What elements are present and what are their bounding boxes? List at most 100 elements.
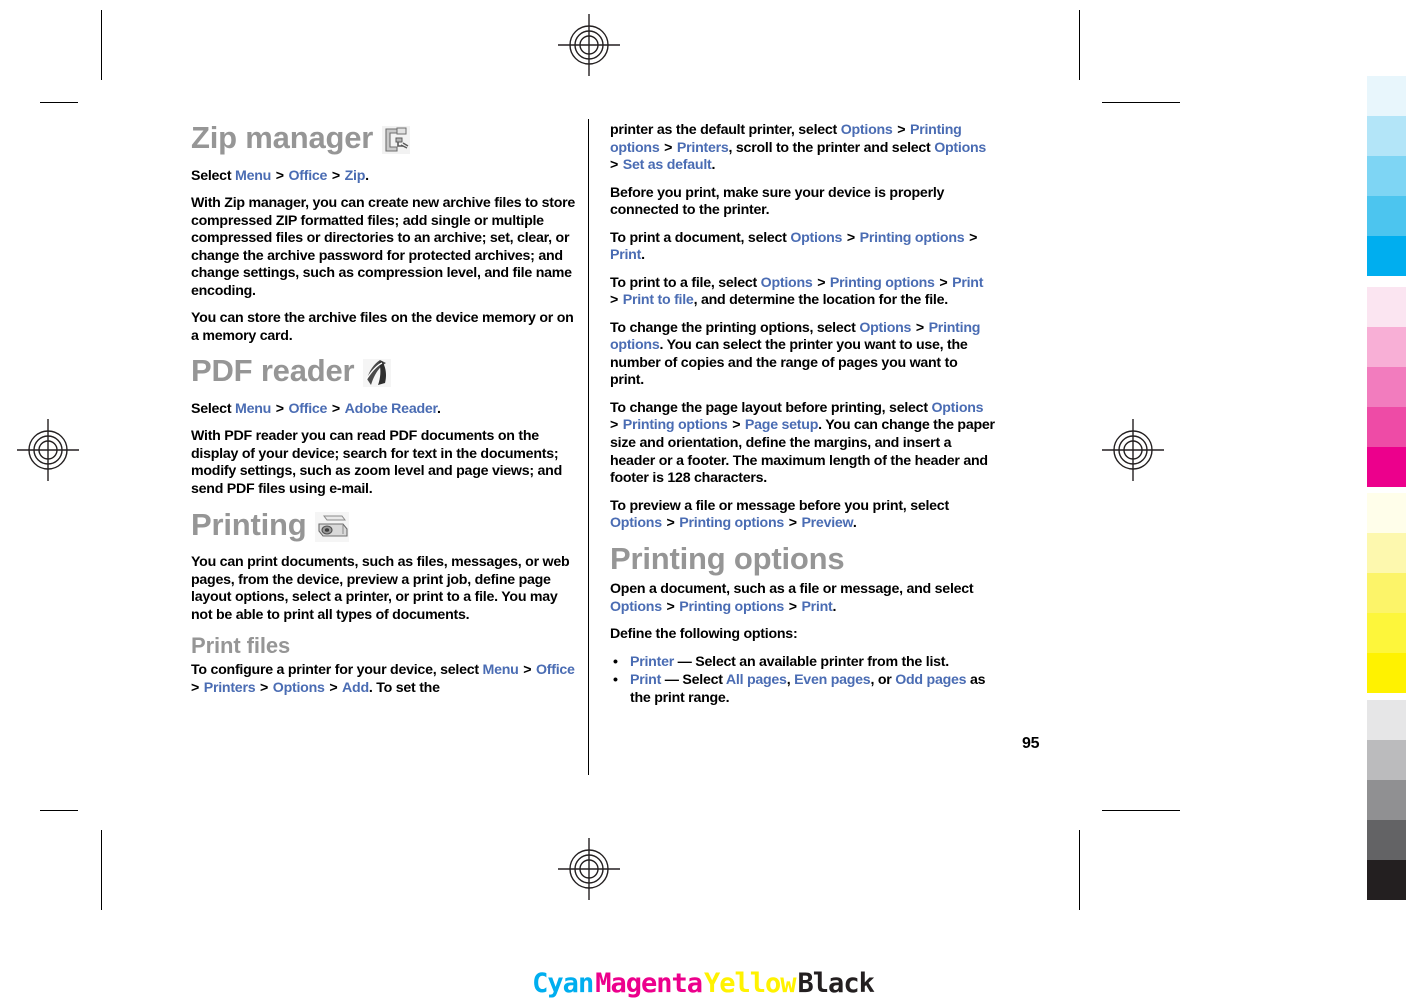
menu-path-item[interactable]: Print to file [623,292,694,308]
menu-path-item[interactable]: All pages [726,672,787,688]
menu-path-separator: > [785,515,801,532]
menu-path-item[interactable]: Zip [345,168,366,184]
paragraph: You can store the archive files on the d… [191,310,576,345]
body-text-run: To configure a printer for your device, … [191,662,483,679]
section-heading: PDF reader [191,355,576,395]
registration-mark-left [17,419,79,481]
crop-mark-bottom-left-horizontal [40,810,78,811]
cmyk-label: Black [797,968,875,999]
body-text-run: To change the page layout before printin… [610,399,932,416]
paragraph: Open a document, such as a file or messa… [610,581,995,616]
menu-path-item[interactable]: Menu [235,401,271,417]
body-text-run: printer as the default printer, select [610,122,841,138]
calibration-swatch [1367,287,1406,327]
menu-path-separator: > [813,274,829,291]
menu-path-item[interactable]: Office [288,168,327,184]
crop-mark-top-right-vertical [1079,10,1080,80]
body-text-run: — Select [661,672,726,689]
bullet-icon: • [613,672,618,689]
calibration-swatch [1367,116,1406,156]
menu-path-item[interactable]: Printing options [860,230,965,246]
printer-icon [314,511,349,549]
menu-path-item[interactable]: Office [536,662,575,678]
menu-path-item[interactable]: Menu [235,168,271,184]
calibration-swatch [1367,367,1406,407]
menu-path-item[interactable]: Options [841,122,893,138]
calibration-swatch [1367,653,1406,693]
calibration-swatch [1367,533,1406,573]
menu-path-separator: > [662,515,679,532]
body-text-run: . [641,247,645,264]
crop-mark-bottom-right-horizontal [1102,810,1180,811]
menu-path-item[interactable]: Options [761,275,813,291]
menu-path-item[interactable]: Print [801,599,832,615]
crop-mark-bottom-right-vertical [1079,830,1080,910]
body-text-run: — Select an available printer from the l… [673,653,950,670]
menu-path-item[interactable]: Options [931,400,983,416]
menu-path-item[interactable]: Printers [677,140,729,156]
body-text-run: . You can select the printer you want to… [610,337,968,389]
paragraph: Before you print, make sure your device … [610,185,995,220]
menu-path-item[interactable]: Printing options [679,599,784,615]
menu-path-separator: > [660,139,676,156]
menu-path-item[interactable]: Odd pages [895,672,966,688]
menu-path-item[interactable]: Printer [630,654,674,670]
menu-path-item[interactable]: Adobe Reader [345,401,438,417]
menu-path-separator: > [328,167,344,184]
menu-path-separator: > [965,229,978,246]
menu-path-item[interactable]: Printing options [830,275,935,291]
crop-mark-top-right-horizontal [1102,102,1180,103]
body-text-run: , [786,672,795,689]
cmyk-label: Yellow [704,968,797,999]
body-text-run: With Zip manager, you can create new arc… [191,195,576,299]
menu-path-separator: > [325,679,342,696]
menu-path-item[interactable]: Options [273,680,325,696]
calibration-swatch [1367,76,1406,116]
section-heading-label: Zip manager [191,120,374,155]
menu-path-item[interactable]: Print [952,275,983,291]
menu-path-item[interactable]: Printing options [679,515,784,531]
list-item: • Print — Select All pages, Even pages, o… [610,672,995,707]
menu-path-item[interactable]: Set as default [623,157,712,173]
calibration-bar-cyan [1367,76,1406,276]
body-text-run: , and determine the location for the fil… [693,292,949,309]
menu-path-item[interactable]: Options [790,230,842,246]
calibration-bar-black [1367,700,1406,900]
page-number: 95 [1022,735,1040,752]
menu-path-item[interactable]: Preview [801,515,853,531]
calibration-swatch [1367,327,1406,367]
section-heading: Zip manager [191,120,576,162]
menu-path-item[interactable]: Printing options [623,417,728,433]
body-text-run: Select [191,167,235,184]
menu-path-separator: > [843,229,859,246]
menu-path-item[interactable]: Menu [483,662,519,678]
menu-path-item[interactable]: Even pages [794,672,871,688]
body-text-run: To preview a file or message before you … [610,497,949,514]
menu-path-item[interactable]: Options [859,320,911,336]
calibration-swatch [1367,860,1406,900]
calibration-swatch [1367,780,1406,820]
options-list: • Printer — Select an available printer f… [610,654,995,708]
paragraph: Select Menu > Office > Adobe Reader. [191,401,576,419]
menu-path-separator: > [785,598,801,615]
paragraph: With Zip manager, you can create new arc… [191,195,576,300]
menu-path-separator: > [272,400,288,417]
menu-path-item[interactable]: Add [342,680,369,696]
menu-path-item[interactable]: Print [610,247,641,263]
registration-mark-right [1102,419,1164,481]
menu-path-item[interactable]: Office [288,401,327,417]
menu-path-item[interactable]: Options [610,599,662,615]
body-text-run: . [832,598,837,615]
menu-path-item[interactable]: Options [610,515,662,531]
menu-path-item[interactable]: Printers [204,680,256,696]
paragraph: To print a document, select Options > Pr… [610,230,995,265]
paragraph: To change the printing options, select O… [610,320,995,390]
registration-mark-top [558,14,620,76]
menu-path-item[interactable]: Print [630,672,661,688]
menu-path-item[interactable]: Options [934,140,986,156]
calibration-swatch [1367,820,1406,860]
calibration-swatch [1367,407,1406,447]
menu-path-item[interactable]: Page setup [745,417,818,433]
body-text-run: . [437,400,441,417]
body-text-run: . [852,515,857,532]
